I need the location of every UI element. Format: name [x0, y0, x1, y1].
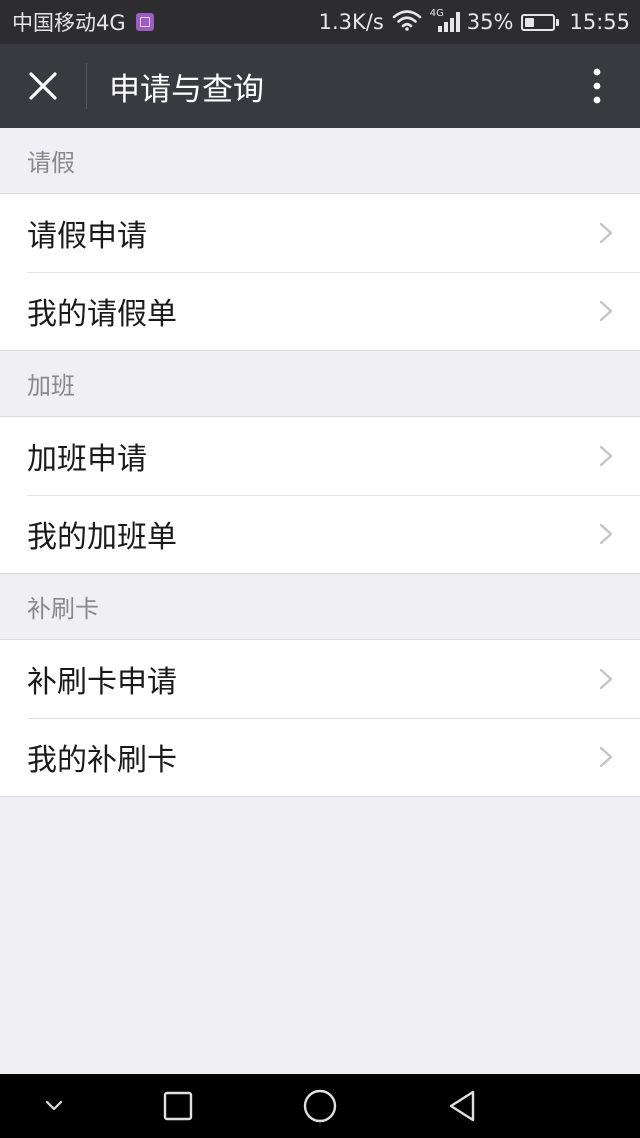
system-navigation-bar [0, 1074, 640, 1138]
back-button[interactable] [422, 1074, 502, 1138]
circle-icon [303, 1089, 337, 1123]
chevron-right-icon [586, 272, 626, 350]
carrier-label: 中国移动4G [12, 11, 126, 35]
battery-percent: 35% [466, 10, 514, 34]
chevron-right-icon [586, 495, 626, 573]
hide-nav-button[interactable] [14, 1074, 94, 1138]
close-icon [29, 72, 57, 100]
section-header-card: 补刷卡 [0, 574, 640, 640]
battery-icon [521, 13, 560, 31]
cell-label: 我的补刷卡 [27, 743, 177, 778]
my-overtime-item[interactable]: 我的加班单 [0, 495, 640, 573]
cell-label: 补刷卡申请 [27, 665, 177, 700]
my-leave-item[interactable]: 我的请假单 [0, 272, 640, 350]
cell-signal-icon: 4G [429, 8, 462, 34]
cell-label: 我的请假单 [27, 297, 177, 332]
top-navigation-bar: 申请与查询 [0, 44, 640, 128]
section-header-leave: 请假 [0, 128, 640, 194]
chevron-right-icon [586, 640, 626, 718]
chevron-right-icon [586, 718, 626, 796]
group-overtime: 加班申请 我的加班单 [0, 417, 640, 574]
menu-list: 请假 请假申请 我的请假单 加班 加班申请 我的加班单 补刷卡 补刷卡申请 我的… [0, 128, 640, 797]
network-speed: 1.3K/s [318, 10, 384, 34]
cell-label: 我的加班单 [27, 520, 177, 555]
overtime-apply-item[interactable]: 加班申请 [0, 417, 640, 495]
wifi-icon [392, 9, 422, 36]
card-supplement-apply-item[interactable]: 补刷卡申请 [0, 640, 640, 718]
clock: 15:55 [569, 10, 630, 34]
group-leave: 请假申请 我的请假单 [0, 194, 640, 351]
close-button[interactable] [0, 44, 86, 128]
cell-label: 请假申请 [27, 219, 147, 254]
section-header-overtime: 加班 [0, 351, 640, 417]
square-icon [163, 1091, 193, 1121]
status-bar: 中国移动4G 1.3K/s 4G 35% 15:55 [0, 0, 640, 44]
battery-level-fill [525, 17, 535, 27]
recent-apps-button[interactable] [138, 1074, 218, 1138]
network-type-label: 4G [429, 8, 444, 19]
image-notification-icon [135, 13, 154, 31]
triangle-back-icon [449, 1090, 475, 1122]
group-card: 补刷卡申请 我的补刷卡 [0, 640, 640, 797]
leave-apply-item[interactable]: 请假申请 [0, 194, 640, 272]
cell-label: 加班申请 [27, 442, 147, 477]
more-options-button[interactable] [554, 44, 640, 128]
home-button[interactable] [280, 1074, 360, 1138]
more-vertical-icon [593, 68, 601, 104]
chevron-right-icon [586, 417, 626, 495]
nav-divider [86, 63, 87, 109]
chevron-down-icon [45, 1100, 63, 1111]
page-title: 申请与查询 [109, 71, 264, 108]
chevron-right-icon [586, 194, 626, 272]
my-card-supplement-item[interactable]: 我的补刷卡 [0, 718, 640, 796]
